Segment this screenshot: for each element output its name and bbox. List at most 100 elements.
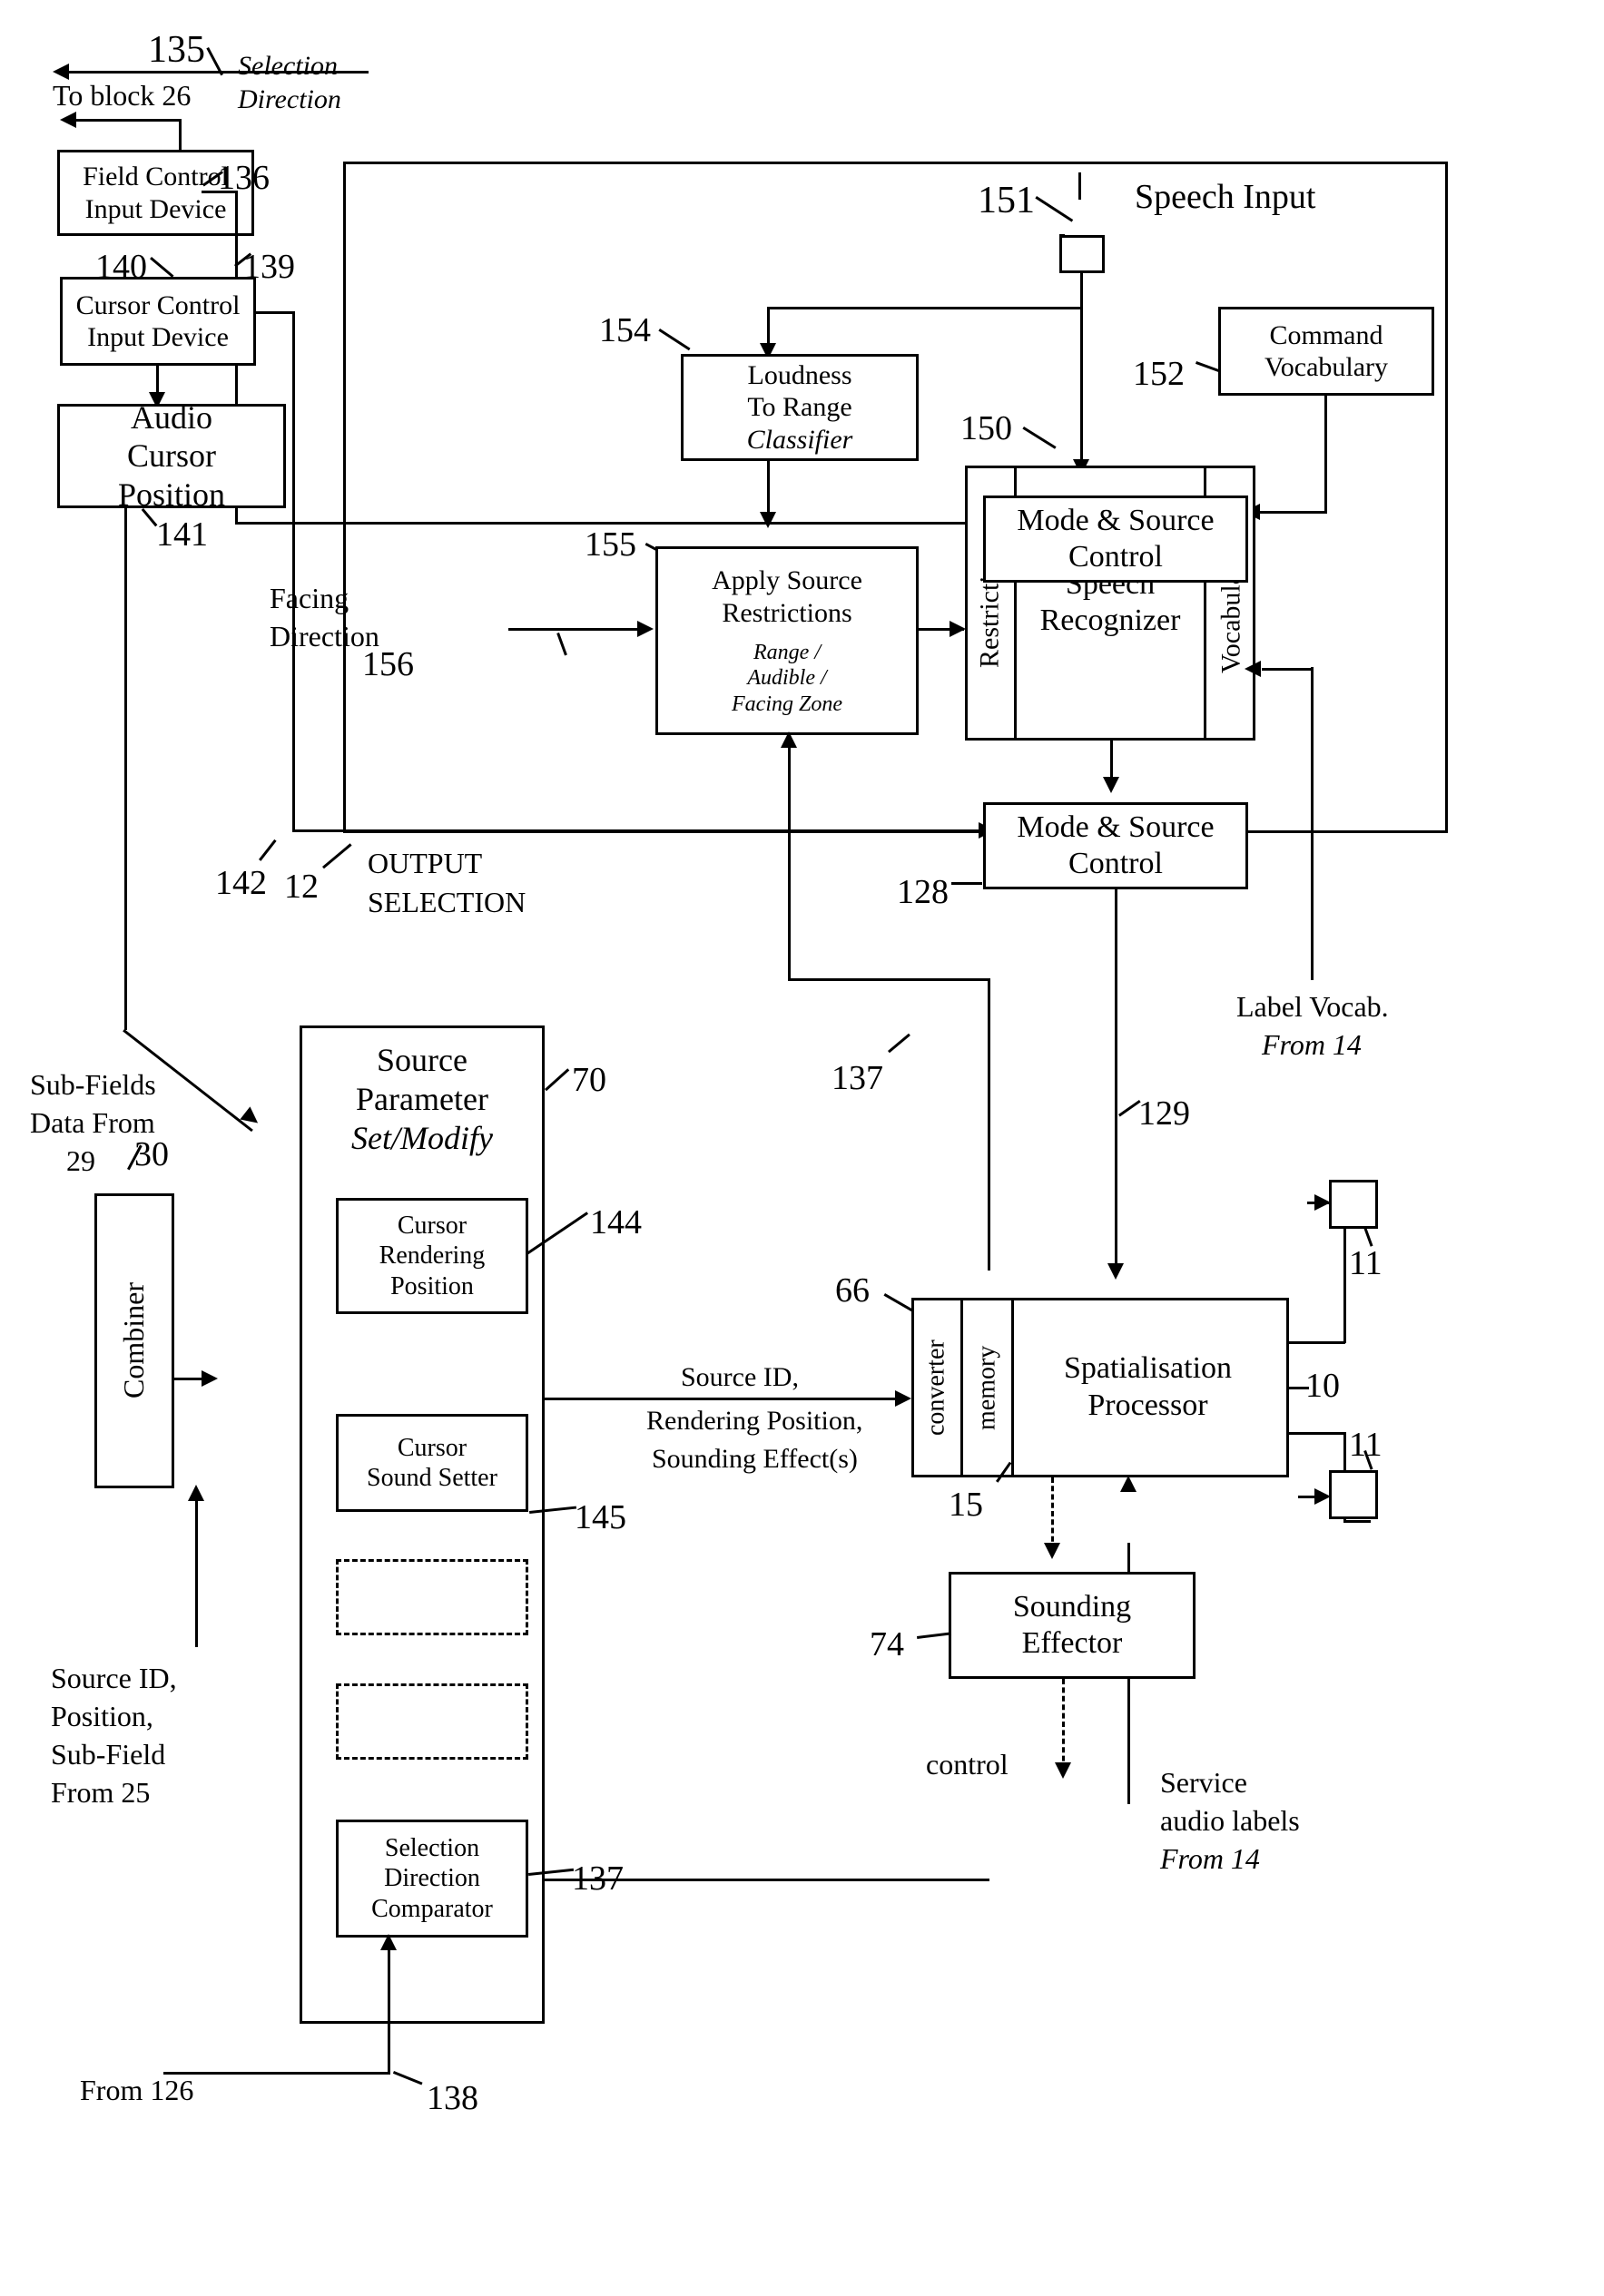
cursor-sound-setter-line1: Cursor	[397, 1433, 467, 1462]
sourceid-from25-line1: Source ID,	[51, 1662, 177, 1694]
command-vocabulary-line1: Command	[1269, 319, 1383, 350]
audio-cursor-position-line3: Position	[117, 476, 226, 513]
ref-129: 129	[1138, 1094, 1190, 1133]
spatialisation-line2: Processor	[1087, 1388, 1208, 1422]
field-control-line1: Field Control	[83, 162, 229, 192]
sounding-effector-block[interactable]: Sounding Effector	[949, 1572, 1196, 1679]
ref-141: 141	[156, 515, 208, 554]
output-transducer-node-b	[1329, 1470, 1378, 1519]
apply-source-restrictions-sub1: Range /	[753, 640, 821, 664]
ref-74: 74	[870, 1625, 904, 1663]
ref-30: 30	[134, 1135, 169, 1173]
sourceid-bus-line1: Source ID,	[681, 1362, 799, 1392]
memory-tab: memory	[972, 1345, 1001, 1430]
ref-142: 142	[215, 864, 267, 902]
loudness-to-range-classifier-block[interactable]: Loudness To Range Classifier	[681, 354, 919, 461]
service-audio-line2: audio labels	[1160, 1804, 1300, 1837]
cursor-sound-setter-line2: Sound Setter	[367, 1464, 497, 1492]
cursor-control-line1: Cursor Control	[75, 289, 241, 320]
subfields-label-line1: Sub-Fields	[30, 1068, 156, 1101]
sourceid-from25-line3: Sub-Field	[51, 1738, 166, 1771]
patent-figure-canvas: Selection Direction 135 To block 26 Fiel…	[0, 0, 1604, 2296]
mode-source-control-line2: Control	[1068, 540, 1163, 574]
mode-source-control-main-line2: Control	[1068, 847, 1163, 880]
ref-11b: 11	[1349, 1426, 1383, 1464]
apply-source-restrictions-block[interactable]: Apply Source Restrictions Range / Audibl…	[655, 546, 919, 735]
command-vocabulary-line2: Vocabulary	[1264, 352, 1389, 382]
spatialisation-processor-block[interactable]: converter memory Spatialisation Processo…	[911, 1298, 1289, 1477]
facing-direction-label-line1: Facing	[270, 582, 349, 614]
spatialisation-line1: Spatialisation	[1063, 1351, 1233, 1386]
ref-128: 128	[897, 873, 949, 911]
speech-input-node	[1059, 235, 1105, 273]
mode-source-control-block[interactable]: Mode & Source Control	[983, 496, 1248, 583]
apply-source-restrictions-line1: Apply Source	[712, 565, 862, 596]
sounding-effector-line2: Effector	[1021, 1626, 1123, 1660]
loudness-line1: Loudness	[747, 359, 852, 390]
sourceid-bus-line2: Rendering Position,	[646, 1406, 863, 1436]
command-vocabulary-block[interactable]: Command Vocabulary	[1218, 307, 1434, 396]
label-vocab-line1: Label Vocab.	[1236, 990, 1389, 1023]
sounding-effector-line1: Sounding	[1012, 1589, 1132, 1624]
ref-12: 12	[284, 868, 319, 906]
cursor-control-input-device-block[interactable]: Cursor Control Input Device	[60, 277, 256, 366]
control-label: control	[926, 1748, 1009, 1781]
ref-152: 152	[1133, 355, 1185, 393]
ref-151: 151	[978, 180, 1035, 221]
cursor-control-line2: Input Device	[87, 322, 229, 352]
cursor-sound-setter-block[interactable]: Cursor Sound Setter	[336, 1414, 528, 1512]
output-selection-label-line1: OUTPUT	[368, 847, 483, 879]
mode-source-control-block-main[interactable]: Mode & Source Control	[983, 802, 1248, 889]
sourceid-from25-line2: Position,	[51, 1700, 153, 1732]
loudness-line3: Classifier	[746, 424, 853, 455]
cursor-rendering-line3: Position	[390, 1271, 474, 1300]
sourceid-from25-line4: From 25	[51, 1776, 151, 1809]
ref-10: 10	[1305, 1367, 1340, 1405]
label-vocab-line2: From 14	[1262, 1028, 1362, 1061]
speech-input-label: Speech Input	[1135, 178, 1316, 216]
combiner-block[interactable]: Combiner	[94, 1193, 174, 1488]
audio-cursor-position-line1: Audio	[131, 398, 212, 436]
source-parameter-line3: Set/Modify	[351, 1120, 493, 1157]
to-block-26-label: To block 26	[53, 79, 192, 112]
loudness-line2: To Range	[747, 392, 852, 423]
ref-156: 156	[362, 645, 414, 683]
apply-source-restrictions-line2: Restrictions	[722, 597, 852, 628]
converter-tab: converter	[921, 1339, 950, 1436]
audio-cursor-position-block[interactable]: Audio Cursor Position	[57, 399, 286, 513]
selection-direction-comparator-line1: Selection	[384, 1834, 480, 1863]
selection-direction-comparator-line2: Direction	[384, 1864, 480, 1893]
source-parameter-line1: Source	[377, 1042, 467, 1078]
selection-direction-label-line1: Selection	[238, 51, 338, 81]
mode-source-control-main-line1: Mode & Source	[1017, 809, 1215, 844]
speech-recognizer-line2: Recognizer	[1039, 603, 1181, 638]
mode-source-control-line1: Mode & Source	[1017, 503, 1215, 537]
cursor-rendering-line1: Cursor	[397, 1212, 467, 1241]
output-selection-label-line2: SELECTION	[368, 886, 526, 918]
ref-154: 154	[599, 311, 651, 349]
combiner-label: Combiner	[117, 1282, 151, 1399]
ref-66: 66	[835, 1271, 870, 1310]
cursor-rendering-line2: Rendering	[379, 1241, 486, 1271]
service-audio-line1: Service	[1160, 1766, 1247, 1799]
ref-150: 150	[960, 409, 1012, 447]
ref-137: 137	[832, 1059, 883, 1097]
empty-parameter-slot-1	[336, 1559, 528, 1635]
output-transducer-node-a	[1329, 1180, 1378, 1229]
ref-135: 135	[148, 29, 205, 71]
audio-cursor-position-line2: Cursor	[127, 437, 216, 475]
subfields-label-line3: 29	[66, 1144, 95, 1177]
field-control-line2: Input Device	[84, 193, 227, 224]
selection-direction-comparator-block[interactable]: Selection Direction Comparator	[336, 1820, 528, 1938]
ref-15: 15	[949, 1486, 983, 1524]
selection-direction-comparator-line3: Comparator	[371, 1894, 493, 1923]
source-parameter-line2: Parameter	[356, 1081, 488, 1118]
from-126-label: From 126	[80, 2074, 194, 2106]
cursor-rendering-position-block[interactable]: Cursor Rendering Position	[336, 1198, 528, 1314]
ref-145: 145	[575, 1498, 626, 1536]
selection-direction-label-line2: Direction	[238, 84, 341, 114]
ref-155: 155	[585, 525, 636, 564]
ref-70: 70	[572, 1061, 606, 1099]
apply-source-restrictions-sub2: Audible /	[747, 666, 827, 691]
empty-parameter-slot-2	[336, 1683, 528, 1760]
